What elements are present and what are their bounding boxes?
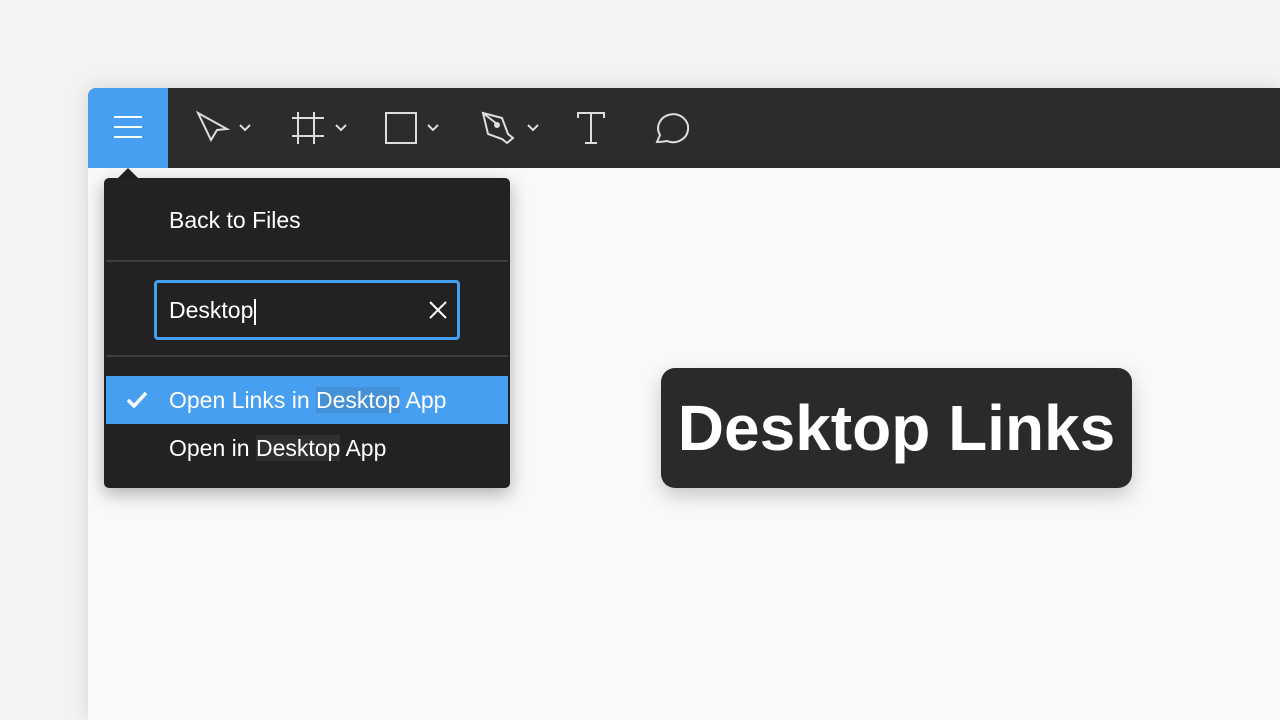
menu-caret: [118, 168, 138, 178]
pen-icon: [481, 111, 539, 145]
item-text: Open in: [169, 435, 256, 461]
text-icon: [577, 112, 605, 144]
comment-icon: [655, 113, 690, 144]
divider: [106, 355, 508, 357]
search-match-highlight: Desktop: [316, 387, 401, 413]
main-menu-button[interactable]: [88, 88, 168, 168]
menu-item-open-links-in-desktop-app[interactable]: Open Links in Desktop App: [106, 376, 508, 424]
menu-item-label: Back to Files: [169, 207, 301, 233]
menu-search-input[interactable]: Desktop: [154, 280, 460, 340]
menu-item-back-to-files[interactable]: Back to Files: [106, 196, 508, 244]
caption-label: Desktop Links: [661, 368, 1132, 488]
menu-item-open-in-desktop-app[interactable]: Open in Desktop App: [106, 424, 508, 472]
divider: [106, 260, 508, 262]
text-tool-button[interactable]: [576, 108, 608, 148]
search-match-highlight: Desktop: [255, 435, 341, 461]
rectangle-icon: [385, 112, 439, 144]
frame-icon: [292, 112, 347, 144]
checkmark-icon: [126, 391, 148, 409]
main-menu-dropdown: Back to Files Desktop Open Links in Desk…: [104, 178, 510, 488]
move-icon: [195, 110, 251, 143]
shape-tool-button[interactable]: [384, 108, 449, 148]
item-text: App: [400, 387, 447, 413]
toolbar: [88, 88, 1280, 168]
item-text: Open Links in: [169, 387, 317, 413]
search-value: Desktop: [169, 297, 254, 323]
pen-tool-button[interactable]: [480, 108, 545, 148]
hamburger-icon: [114, 116, 142, 138]
frame-tool-button[interactable]: [288, 108, 353, 148]
move-tool-button[interactable]: [193, 108, 253, 148]
comment-tool-button[interactable]: [650, 108, 692, 148]
text-cursor: [254, 298, 257, 325]
clear-search-icon[interactable]: [427, 299, 449, 321]
item-text: App: [340, 435, 387, 461]
